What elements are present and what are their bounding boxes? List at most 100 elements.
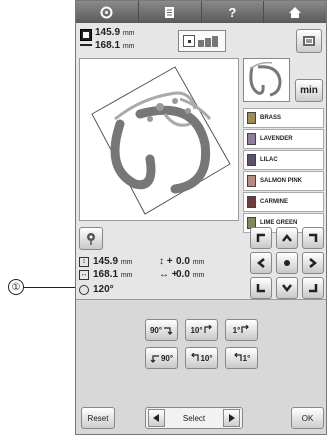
color-label: LIME GREEN — [260, 220, 298, 226]
rotate-ccw-10-button[interactable]: 10° — [185, 347, 218, 369]
top-bar: ? — [76, 1, 326, 23]
rotate-cw-90-button[interactable]: 90° — [145, 319, 178, 341]
min-button[interactable]: min — [295, 79, 323, 102]
move-up-right-button[interactable] — [302, 227, 324, 249]
home-icon — [289, 6, 302, 18]
rotate-ccw-90-button[interactable]: 90° — [145, 347, 178, 369]
color-swatch — [247, 196, 256, 208]
rotate-ccw-1-button[interactable]: 1° — [225, 347, 258, 369]
settings-button[interactable] — [76, 1, 139, 23]
rotate-ccw-icon — [150, 355, 159, 363]
pattern-size-info: 145.9 mm 168.1 mm — [80, 27, 324, 55]
rotate-label: 10° — [200, 353, 213, 363]
select-next-button[interactable] — [223, 409, 240, 427]
center-button[interactable] — [276, 252, 298, 274]
width-arrow-icon — [80, 44, 92, 46]
height-icon: ↕ — [79, 257, 89, 267]
pattern-thumbnail — [249, 61, 282, 97]
color-item-carmine: CARMINE — [243, 192, 324, 212]
rotate-label: 90° — [149, 325, 163, 335]
pattern-preview — [243, 58, 290, 102]
color-label: SALMON PINK — [260, 178, 302, 184]
triangle-left-icon — [153, 414, 159, 422]
pattern-width-text: 168.1 mm — [95, 40, 135, 51]
help-label: ? — [228, 4, 237, 20]
embroidery-canvas[interactable] — [79, 58, 239, 221]
move-up-left-button[interactable] — [250, 227, 272, 249]
width-icon: ↔ — [79, 270, 89, 280]
rotate-label: 90° — [160, 353, 174, 363]
pin-icon — [87, 232, 95, 245]
color-swatch — [247, 175, 256, 187]
rotate-label: 1° — [242, 353, 251, 363]
color-swatch — [247, 112, 256, 124]
corner-up-left-icon — [256, 233, 265, 242]
reset-label: Reset — [87, 413, 109, 423]
manual-button[interactable] — [138, 1, 202, 23]
frame-icon — [183, 35, 195, 47]
dot-icon — [284, 260, 290, 266]
move-right-button[interactable] — [302, 252, 324, 274]
corner-up-right-icon — [309, 233, 318, 242]
reset-button[interactable]: Reset — [81, 407, 115, 429]
settings-icon — [100, 6, 113, 18]
home-button[interactable] — [264, 1, 326, 23]
move-down-right-button[interactable] — [302, 277, 324, 299]
ok-label: OK — [301, 413, 314, 423]
ok-button[interactable]: OK — [291, 407, 324, 429]
color-label: LAVENDER — [260, 136, 293, 142]
help-button[interactable]: ? — [201, 1, 265, 23]
move-down-left-button[interactable] — [250, 277, 272, 299]
chevron-up-icon — [282, 234, 292, 242]
color-item-salmon-pink: SALMON PINK — [243, 171, 324, 191]
rotation-icon — [79, 285, 89, 295]
memory-button[interactable] — [296, 29, 322, 53]
move-up-button[interactable] — [276, 227, 298, 249]
color-label: LILAC — [260, 157, 278, 163]
offset-v-icon: ↕ + — [159, 256, 173, 267]
rotate-cw-icon — [164, 327, 173, 335]
rotate-panel: 90° 10° 1° 90° 10° 1° Reset Select OK — [76, 299, 326, 434]
callout-marker: ① — [8, 279, 24, 295]
thread-color-list: BRASS LAVENDER LILAC SALMON PINK CARMINE… — [243, 108, 324, 234]
corner-down-left-icon — [256, 284, 265, 293]
color-item-brass: BRASS — [243, 108, 324, 128]
color-swatch — [247, 154, 256, 166]
pattern-image — [91, 66, 231, 215]
callout-number: ① — [11, 281, 21, 293]
rotate-cw-1-button[interactable]: 1° — [225, 319, 258, 341]
move-direction-pad — [250, 227, 326, 299]
frame-display-button[interactable] — [178, 30, 226, 52]
color-item-lilac: LILAC — [243, 150, 324, 170]
select-control: Select — [145, 407, 243, 429]
move-left-button[interactable] — [250, 252, 272, 274]
triangle-right-icon — [229, 414, 235, 422]
memory-icon — [303, 36, 315, 46]
rotate-ccw-icon — [191, 353, 200, 361]
rotate-label: 1° — [232, 325, 241, 335]
move-down-button[interactable] — [276, 277, 298, 299]
corner-down-right-icon — [309, 284, 318, 293]
color-item-lavender: LAVENDER — [243, 129, 324, 149]
frame-size-bars-icon — [198, 35, 218, 47]
rotate-cw-icon — [203, 325, 212, 333]
pattern-size-icon — [80, 29, 92, 41]
chevron-left-icon — [257, 258, 265, 268]
offset-h-icon: ↔ + — [159, 269, 178, 280]
chevron-down-icon — [282, 284, 292, 292]
select-label: Select — [182, 413, 206, 423]
color-label: CARMINE — [260, 199, 288, 205]
document-icon — [165, 6, 175, 18]
color-swatch — [247, 133, 256, 145]
embroidery-edit-screen: ? 145.9 mm 168.1 mm min BRASS LAVENDER L… — [75, 0, 327, 435]
select-previous-button[interactable] — [148, 409, 165, 427]
rotate-cw-icon — [241, 325, 250, 333]
pattern-height-text: 145.9 mm — [95, 27, 135, 38]
rotate-ccw-icon — [233, 353, 242, 361]
color-label: BRASS — [260, 115, 282, 121]
needle-point-button[interactable] — [79, 227, 103, 250]
min-label: min — [300, 85, 318, 96]
rotate-cw-10-button[interactable]: 10° — [185, 319, 218, 341]
chevron-right-icon — [309, 258, 317, 268]
rotate-label: 10° — [190, 325, 203, 335]
